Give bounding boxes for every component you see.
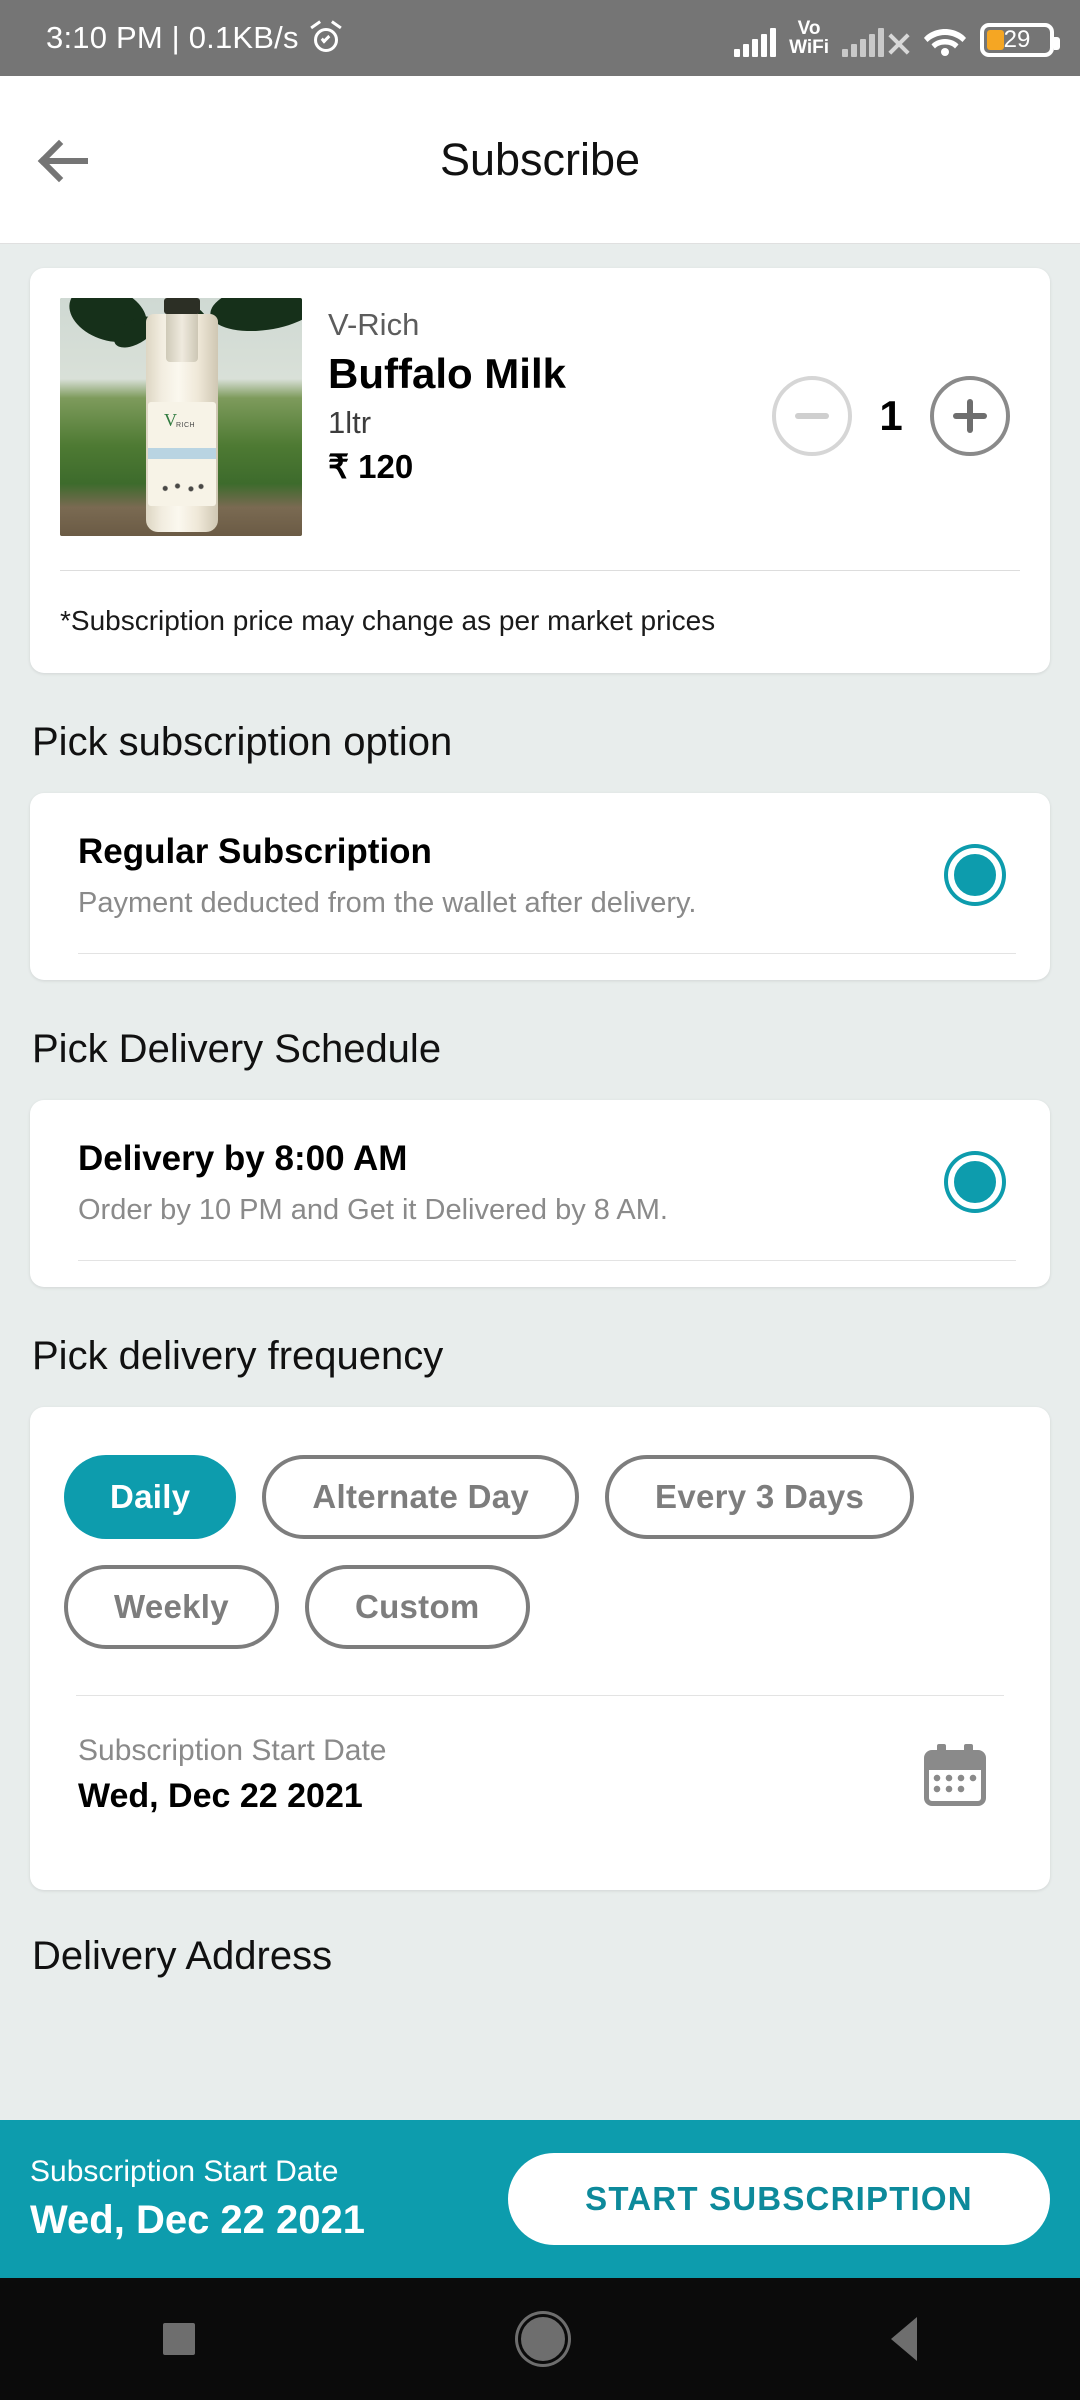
product-brand: V-Rich — [328, 307, 420, 342]
bottom-start-date: Subscription Start Date Wed, Dec 22 2021 — [30, 2151, 365, 2247]
bottom-start-date-label: Subscription Start Date — [30, 2155, 339, 2188]
subscription-option-radio[interactable] — [948, 848, 1002, 902]
subscription-option-title: Regular Subscription — [78, 832, 432, 871]
page-title: Subscribe — [439, 133, 641, 185]
frequency-chip-daily[interactable]: Daily — [64, 1455, 237, 1539]
delivery-schedule-card[interactable]: Delivery by 8:00 AM Order by 10 PM and G… — [30, 1100, 1050, 1287]
price-change-note: *Subscription price may change as per ma… — [60, 605, 716, 636]
product-image: V RICH — [60, 298, 302, 536]
subscription-option-text: Regular Subscription Payment deducted fr… — [78, 827, 948, 923]
quantity-stepper: 1 — [772, 298, 1020, 456]
bottom-start-date-value: Wed, Dec 22 2021 — [30, 2198, 366, 2242]
delivery-schedule-text: Delivery by 8:00 AM Order by 10 PM and G… — [78, 1134, 948, 1230]
product-card: V RICH V-Rich Buffalo Milk 1ltr ₹ 120 1 — [30, 268, 1050, 673]
subscription-option-section-title: Pick subscription option — [32, 720, 453, 764]
circle-home-icon[interactable] — [521, 2317, 565, 2361]
battery-percent-label: 29 — [1003, 26, 1031, 53]
plus-icon — [953, 399, 987, 433]
signal-bars-no-service-icon — [842, 27, 910, 57]
product-row: V RICH V-Rich Buffalo Milk 1ltr ₹ 120 1 — [60, 298, 1020, 536]
delivery-schedule-section-title: Pick Delivery Schedule — [32, 1027, 442, 1071]
increase-quantity-button[interactable] — [930, 376, 1010, 456]
frequency-chip-every-3-days[interactable]: Every 3 Days — [605, 1455, 915, 1539]
status-bar-left: 3:10 PM | 0.1KB/s — [46, 20, 342, 56]
subscription-option-subtitle: Payment deducted from the wallet after d… — [78, 887, 697, 919]
delivery-frequency-card: Daily Alternate Day Every 3 Days Weekly … — [30, 1407, 1050, 1890]
subscription-option-card[interactable]: Regular Subscription Payment deducted fr… — [30, 793, 1050, 980]
quantity-value: 1 — [879, 392, 903, 439]
product-info: V-Rich Buffalo Milk 1ltr ₹ 120 — [302, 298, 772, 490]
wifi-icon — [923, 23, 967, 57]
delivery-schedule-radio[interactable] — [948, 1155, 1002, 1209]
product-size: 1ltr — [328, 405, 372, 440]
subscription-start-date-row[interactable]: Subscription Start Date Wed, Dec 22 2021 — [64, 1696, 1016, 1890]
app-bar: Subscribe — [0, 76, 1080, 244]
square-recents-icon[interactable] — [163, 2323, 195, 2355]
frequency-chip-group: Daily Alternate Day Every 3 Days Weekly … — [64, 1455, 1016, 1649]
frequency-chip-custom[interactable]: Custom — [304, 1565, 530, 1649]
android-navigation-bar — [0, 2278, 1080, 2400]
battery-icon: 29 — [980, 23, 1060, 57]
start-subscription-button[interactable]: START SUBSCRIPTION — [508, 2153, 1050, 2245]
product-price: ₹ 120 — [328, 448, 414, 485]
bottom-action-bar: Subscription Start Date Wed, Dec 22 2021… — [0, 2120, 1080, 2278]
status-bar-right: Vo WiFi 29 — [734, 18, 1060, 58]
decrease-quantity-button[interactable] — [772, 376, 852, 456]
subscription-start-date-text: Subscription Start Date Wed, Dec 22 2021 — [78, 1730, 924, 1820]
frequency-chip-alternate-day[interactable]: Alternate Day — [262, 1455, 580, 1539]
minus-icon — [795, 399, 829, 433]
status-time-and-network-speed: 3:10 PM | 0.1KB/s — [46, 20, 299, 55]
frequency-chip-weekly[interactable]: Weekly — [64, 1565, 279, 1649]
volte-wifi-icon: Vo WiFi — [789, 18, 829, 58]
triangle-back-icon[interactable] — [891, 2317, 917, 2361]
alarm-clock-icon — [309, 20, 342, 53]
subscription-option-regular[interactable]: Regular Subscription Payment deducted fr… — [78, 827, 1016, 923]
delivery-address-section-title: Delivery Address — [32, 1934, 333, 1978]
status-bar: 3:10 PM | 0.1KB/s Vo WiFi 29 — [0, 0, 1080, 76]
subscription-start-date-value: Wed, Dec 22 2021 — [78, 1777, 363, 1815]
product-name: Buffalo Milk — [328, 350, 566, 397]
page-scroll-area[interactable]: V RICH V-Rich Buffalo Milk 1ltr ₹ 120 1 — [0, 244, 1080, 2124]
delivery-schedule-title: Delivery by 8:00 AM — [78, 1139, 408, 1178]
calendar-icon[interactable] — [924, 1744, 986, 1806]
delivery-schedule-option-8am[interactable]: Delivery by 8:00 AM Order by 10 PM and G… — [78, 1134, 1016, 1230]
delivery-schedule-subtitle: Order by 10 PM and Get it Delivered by 8… — [78, 1194, 668, 1226]
delivery-frequency-section-title: Pick delivery frequency — [32, 1334, 444, 1378]
signal-bars-icon — [734, 27, 777, 57]
subscription-start-date-label: Subscription Start Date — [78, 1734, 387, 1767]
